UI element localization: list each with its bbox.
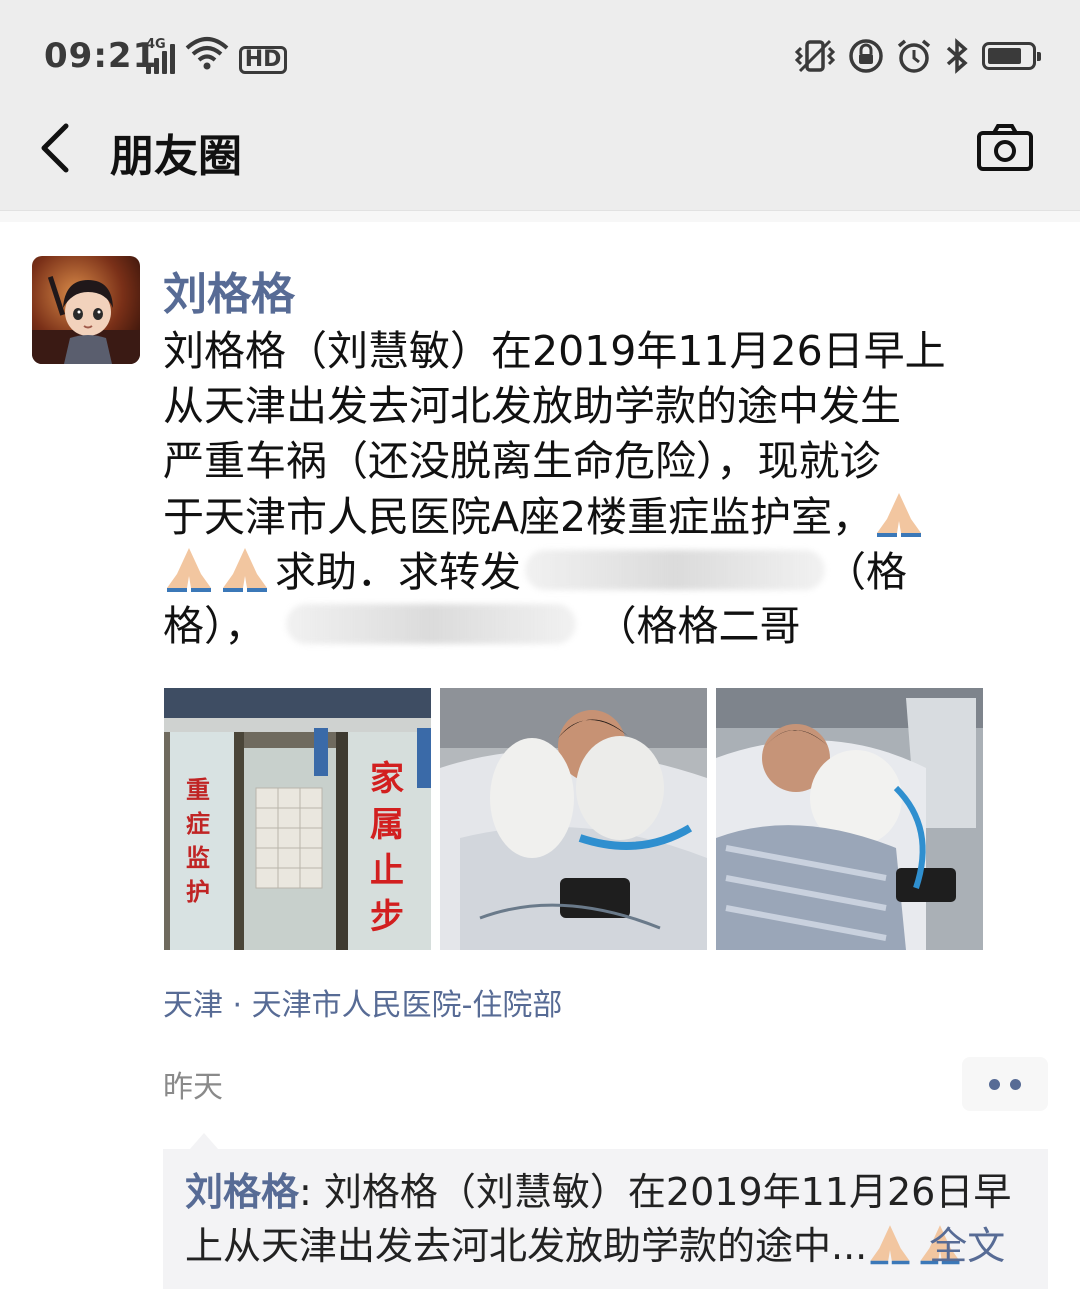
battery-icon [982, 42, 1041, 70]
post-photo-patient-2[interactable] [716, 688, 983, 950]
camera-icon[interactable] [976, 122, 1034, 174]
shared-post-segment: 刘格格（刘慧敏）在2019年11月26日早 [323, 1170, 1012, 1214]
page-title: 朋友圈 [110, 131, 242, 182]
photo-sign-text: 症 [186, 810, 210, 838]
post-text-line: 格）， （格格二哥 [163, 599, 1023, 654]
post-author[interactable]: 刘格格 [163, 258, 295, 322]
photo-sign-text: 步 [370, 897, 404, 937]
post-photo-patient-1[interactable] [440, 688, 707, 950]
photo-sign-text: 护 [186, 878, 210, 906]
post-text-segment: 于天津市人民医院A座2楼重症监护室， [163, 493, 874, 541]
alarm-icon [896, 38, 932, 74]
status-right-icons [794, 36, 1041, 76]
dot-icon [1010, 1078, 1021, 1090]
share-pointer [190, 1133, 218, 1149]
photo-sign-text: 止 [370, 851, 404, 891]
shared-post-segment: 上从天津出发去河北发放助学款的途中... [185, 1224, 868, 1268]
bluetooth-icon [944, 38, 970, 74]
praying-hands-icon [877, 493, 922, 537]
post-time: 昨天 [163, 1070, 223, 1105]
post-text-line: 刘格格（刘慧敏）在2019年11月26日早上 [163, 327, 946, 375]
dot-icon [989, 1078, 1000, 1090]
hd-icon: HD [238, 46, 288, 74]
post-photo-grid: 家 属 止 步 重 症 监 护 [164, 688, 984, 950]
post-photo-icu-door[interactable]: 家 属 止 步 重 症 监 护 [164, 688, 431, 950]
rotation-lock-icon [848, 38, 884, 74]
redacted-phone-number [525, 550, 825, 590]
network-type-label: 4G [146, 37, 166, 52]
praying-hands-icon [870, 1225, 910, 1265]
photo-sign-text: 监 [186, 844, 210, 872]
post-text-line: 求助．求转发 （格 [163, 544, 1023, 599]
photo-sign-text: 重 [186, 776, 210, 804]
post-text-line: 严重车祸（还没脱离生命危险），现就诊 [163, 437, 881, 485]
shared-post-line: 上从天津出发去河北发放助学款的途中... 全文 [185, 1219, 1035, 1273]
shared-post-text: 刘格格: 刘格格（刘慧敏）在2019年11月26日早 上从天津出发去河北发放助学… [185, 1165, 1035, 1273]
shared-post-author[interactable]: 刘格格 [185, 1170, 299, 1214]
photo-sign-text: 家 [370, 759, 404, 799]
post-text: 刘格格（刘慧敏）在2019年11月26日早上 从天津出发去河北发放助学款的途中发… [163, 324, 1023, 654]
chevron-left-icon[interactable] [30, 118, 90, 178]
shared-post-separator: : [299, 1170, 324, 1214]
more-actions-button[interactable] [962, 1057, 1048, 1111]
redacted-phone-number [285, 604, 576, 644]
wifi-icon [185, 36, 229, 74]
status-time: 09:21 [44, 36, 158, 76]
post-text-segment: 格）， [163, 602, 266, 650]
status-bar: 09:21 4G HD [0, 0, 1080, 100]
nav-bar: 朋友圈 [0, 100, 1080, 210]
post-text-segment: 求助．求转发 [275, 548, 521, 596]
post-text-segment: （格格二哥 [595, 602, 801, 650]
nav-divider [0, 210, 1080, 222]
post-text-segment: （格 [825, 548, 907, 596]
post-location[interactable]: 天津 · 天津市人民医院-住院部 [163, 980, 562, 1024]
full-text-link[interactable]: 全文 [929, 1224, 1005, 1268]
vibrate-icon [794, 38, 836, 74]
status-left-icons: 4G HD [145, 36, 288, 74]
avatar[interactable] [32, 256, 140, 364]
shared-post-preview[interactable]: 刘格格: 刘格格（刘慧敏）在2019年11月26日早 上从天津出发去河北发放助学… [163, 1149, 1048, 1289]
praying-hands-icon [223, 548, 267, 592]
praying-hands-icon [167, 548, 211, 592]
post-text-line: 从天津出发去河北发放助学款的途中发生 [163, 382, 901, 430]
photo-sign-text: 属 [370, 805, 404, 845]
shared-post-line: 刘格格: 刘格格（刘慧敏）在2019年11月26日早 [185, 1165, 1035, 1219]
post-text-line: 于天津市人民医院A座2楼重症监护室， [163, 489, 1023, 544]
